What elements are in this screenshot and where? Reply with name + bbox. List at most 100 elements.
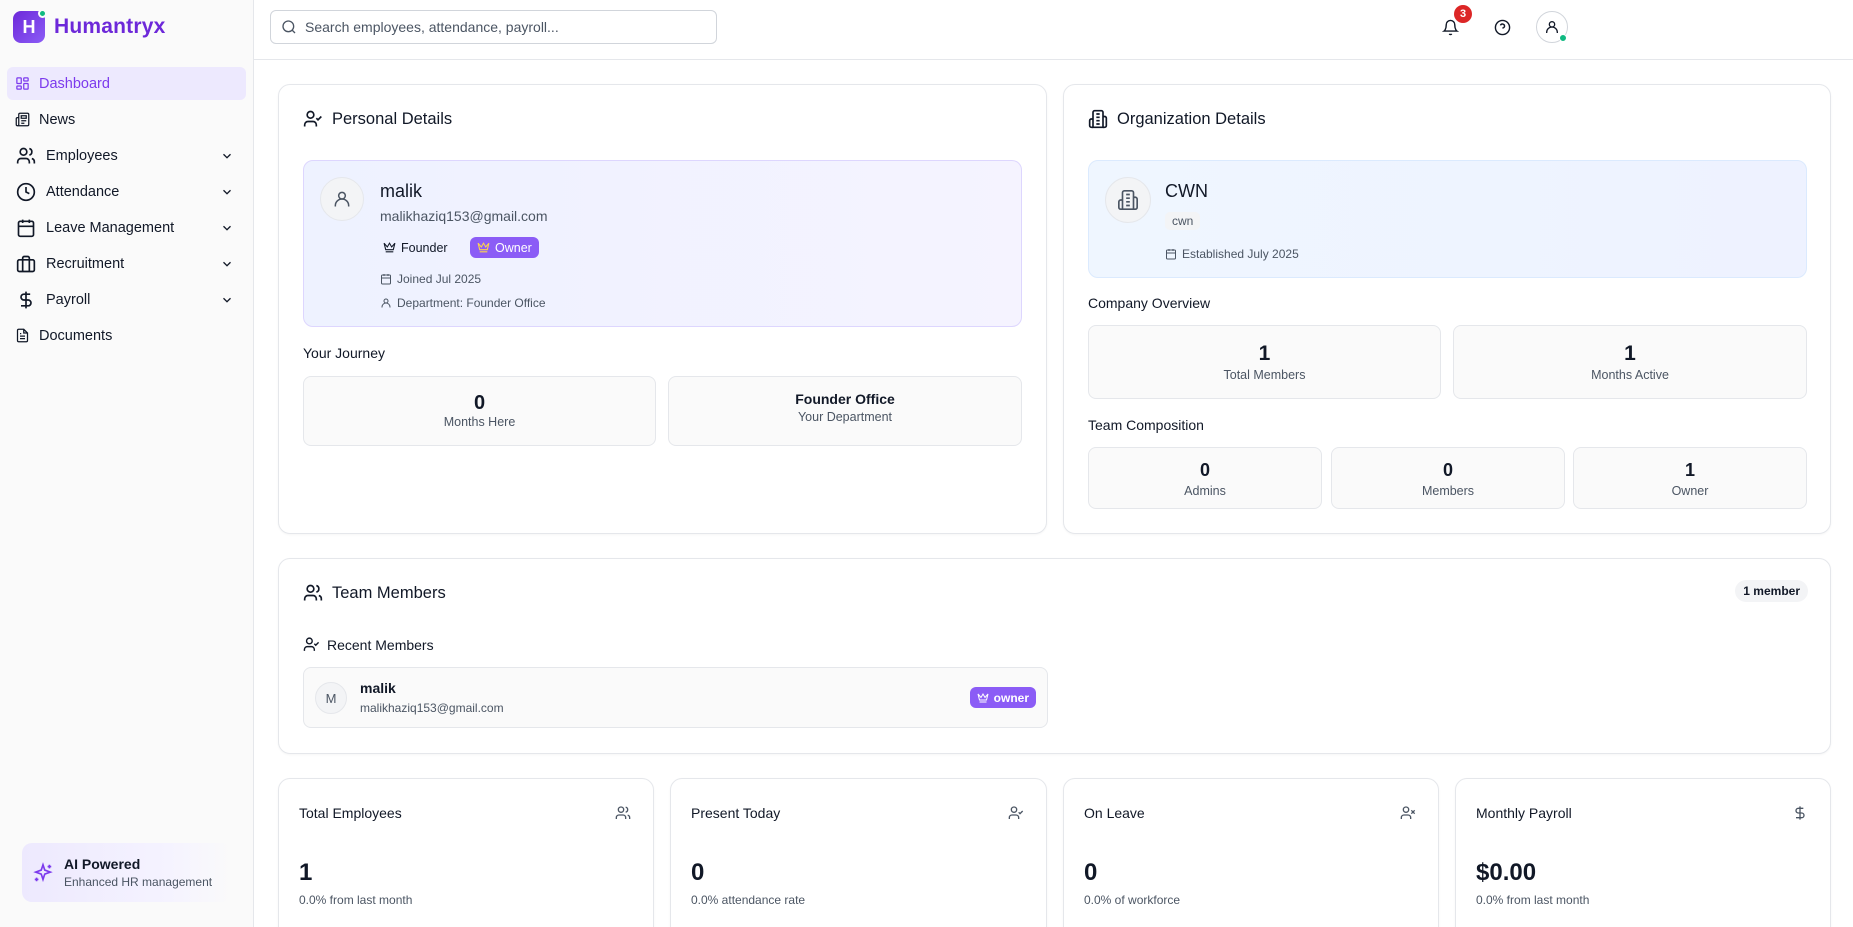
sidebar-item-label: Recruitment [46, 255, 125, 272]
briefcase-icon [15, 253, 37, 275]
organization-name: CWN [1165, 181, 1208, 201]
brand-name: Humantryx [54, 15, 166, 38]
months-here-value: 0 [473, 392, 486, 414]
metric-card-on-leave: On Leave 0 0.0% of workforce [1063, 778, 1439, 927]
logo-status-dot [38, 9, 47, 18]
company-overview-heading: Company Overview [1088, 295, 1211, 311]
months-active-label: Months Active [1591, 368, 1669, 382]
list-item[interactable]: M malik malikhaziq153@gmail.com owner [303, 667, 1048, 728]
sidebar-item-label: News [39, 111, 76, 128]
metric-subtext: 0.0% of workforce [1084, 893, 1181, 907]
search-input[interactable] [305, 19, 705, 35]
sidebar-item-documents[interactable]: Documents [7, 319, 246, 352]
department-stat: Founder Office Your Department [668, 376, 1022, 446]
member-count-badge: 1 member [1735, 580, 1808, 602]
notifications-button[interactable]: 3 [1434, 5, 1472, 43]
sidebar-item-leave-management[interactable]: Leave Management [7, 211, 246, 244]
help-circle-icon [1494, 19, 1511, 36]
owner-badge-label: Owner [495, 240, 532, 255]
owner-label: Owner [1671, 484, 1709, 498]
chevron-down-icon[interactable] [220, 185, 234, 199]
sidebar-item-label: Dashboard [39, 75, 110, 92]
metric-title: Monthly Payroll [1476, 805, 1572, 821]
joined-date-text: Joined Jul 2025 [397, 272, 482, 286]
search-icon [281, 19, 297, 35]
metric-title: Total Employees [299, 805, 402, 821]
ai-card-text: AI Powered Enhanced HR management [64, 856, 212, 889]
personal-details-title: Personal Details [332, 109, 453, 128]
sidebar-item-dashboard[interactable]: Dashboard [7, 67, 246, 100]
recent-members-title: Recent Members [327, 636, 434, 653]
owner-badge: Owner [470, 237, 539, 258]
user-icon [332, 189, 352, 209]
organization-logo [1105, 177, 1151, 223]
metric-value: 0 [1084, 859, 1098, 886]
app-root: H Humantryx Dashboard News Employees Att… [0, 0, 1853, 927]
brand[interactable]: H Humantryx [0, 0, 253, 54]
metric-card-monthly-payroll: Monthly Payroll $0.00 0.0% from last mon… [1455, 778, 1831, 927]
user-menu-button[interactable] [1536, 11, 1568, 43]
logo: H [13, 9, 47, 43]
department-value: Founder Office [795, 391, 895, 407]
sidebar-item-employees[interactable]: Employees [7, 139, 246, 172]
team-members-heading: Team Members [303, 583, 446, 603]
ai-powered-card: AI Powered Enhanced HR management [22, 843, 232, 902]
chevron-down-icon[interactable] [220, 221, 234, 235]
organization-summary: CWN cwn Established July 2025 [1088, 160, 1807, 278]
profile-email: malikhaziq153@gmail.com [380, 208, 548, 224]
sidebar-nav: Dashboard News Employees Attendance Leav… [0, 54, 253, 352]
metric-value: 0 [691, 859, 705, 886]
metric-card-total-employees: Total Employees 1 0.0% from last month [278, 778, 654, 927]
months-active-value: 1 [1624, 342, 1636, 365]
personal-details-card: Personal Details malik malikhaziq153@gma… [278, 84, 1047, 534]
members-label: Members [1421, 484, 1475, 498]
avatar: M [315, 682, 347, 714]
department-info: Department: Founder Office [380, 296, 546, 310]
founder-badge-label: Founder [401, 240, 448, 255]
sidebar-item-label: Attendance [46, 183, 120, 200]
admins-value: 0 [1199, 460, 1210, 480]
users-icon [303, 583, 323, 603]
profile-summary: malik malikhaziq153@gmail.com Founder Ow… [303, 160, 1022, 327]
ai-card-subtitle: Enhanced HR management [64, 875, 213, 889]
crown-icon [977, 692, 989, 704]
team-composition-heading: Team Composition [1088, 417, 1204, 433]
metric-subtext: 0.0% from last month [299, 893, 413, 907]
calendar-icon [1165, 248, 1177, 260]
metric-card-present-today: Present Today 0 0.0% attendance rate [670, 778, 1047, 927]
profile-avatar [320, 177, 364, 221]
bell-icon [1441, 19, 1459, 36]
logo-letter: H [22, 16, 36, 37]
search-bar[interactable] [270, 10, 717, 44]
member-email: malikhaziq153@gmail.com [360, 701, 504, 715]
sidebar-item-label: Leave Management [46, 219, 175, 236]
help-button[interactable] [1486, 11, 1518, 43]
sidebar-item-news[interactable]: News [7, 103, 246, 136]
sidebar-item-label: Payroll [46, 291, 91, 308]
sidebar-item-attendance[interactable]: Attendance [7, 175, 246, 208]
metric-subtext: 0.0% attendance rate [691, 893, 806, 907]
crown-icon [383, 241, 396, 254]
sidebar-item-payroll[interactable]: Payroll [7, 283, 246, 316]
building-icon [1117, 189, 1139, 211]
sidebar-item-recruitment[interactable]: Recruitment [7, 247, 246, 280]
members-stat: 0 Members [1331, 447, 1565, 509]
team-members-title: Team Members [332, 583, 446, 602]
established-date: Established July 2025 [1165, 247, 1299, 261]
admins-label: Admins [1184, 484, 1226, 498]
online-status-dot [1559, 34, 1567, 42]
top-header: 3 [254, 0, 1853, 60]
admins-stat: 0 Admins [1088, 447, 1322, 509]
chevron-down-icon[interactable] [220, 149, 234, 163]
founder-badge: Founder [376, 237, 455, 258]
user-check-icon [303, 109, 323, 129]
department-label: Your Department [797, 410, 893, 424]
member-name: malik [360, 680, 396, 696]
chevron-down-icon[interactable] [220, 257, 234, 271]
metric-value: 1 [299, 859, 313, 886]
chevron-down-icon[interactable] [220, 293, 234, 307]
metric-title: On Leave [1084, 805, 1145, 821]
members-value: 0 [1442, 460, 1453, 480]
organization-details-heading: Organization Details [1088, 109, 1266, 129]
newspaper-icon [15, 109, 30, 131]
